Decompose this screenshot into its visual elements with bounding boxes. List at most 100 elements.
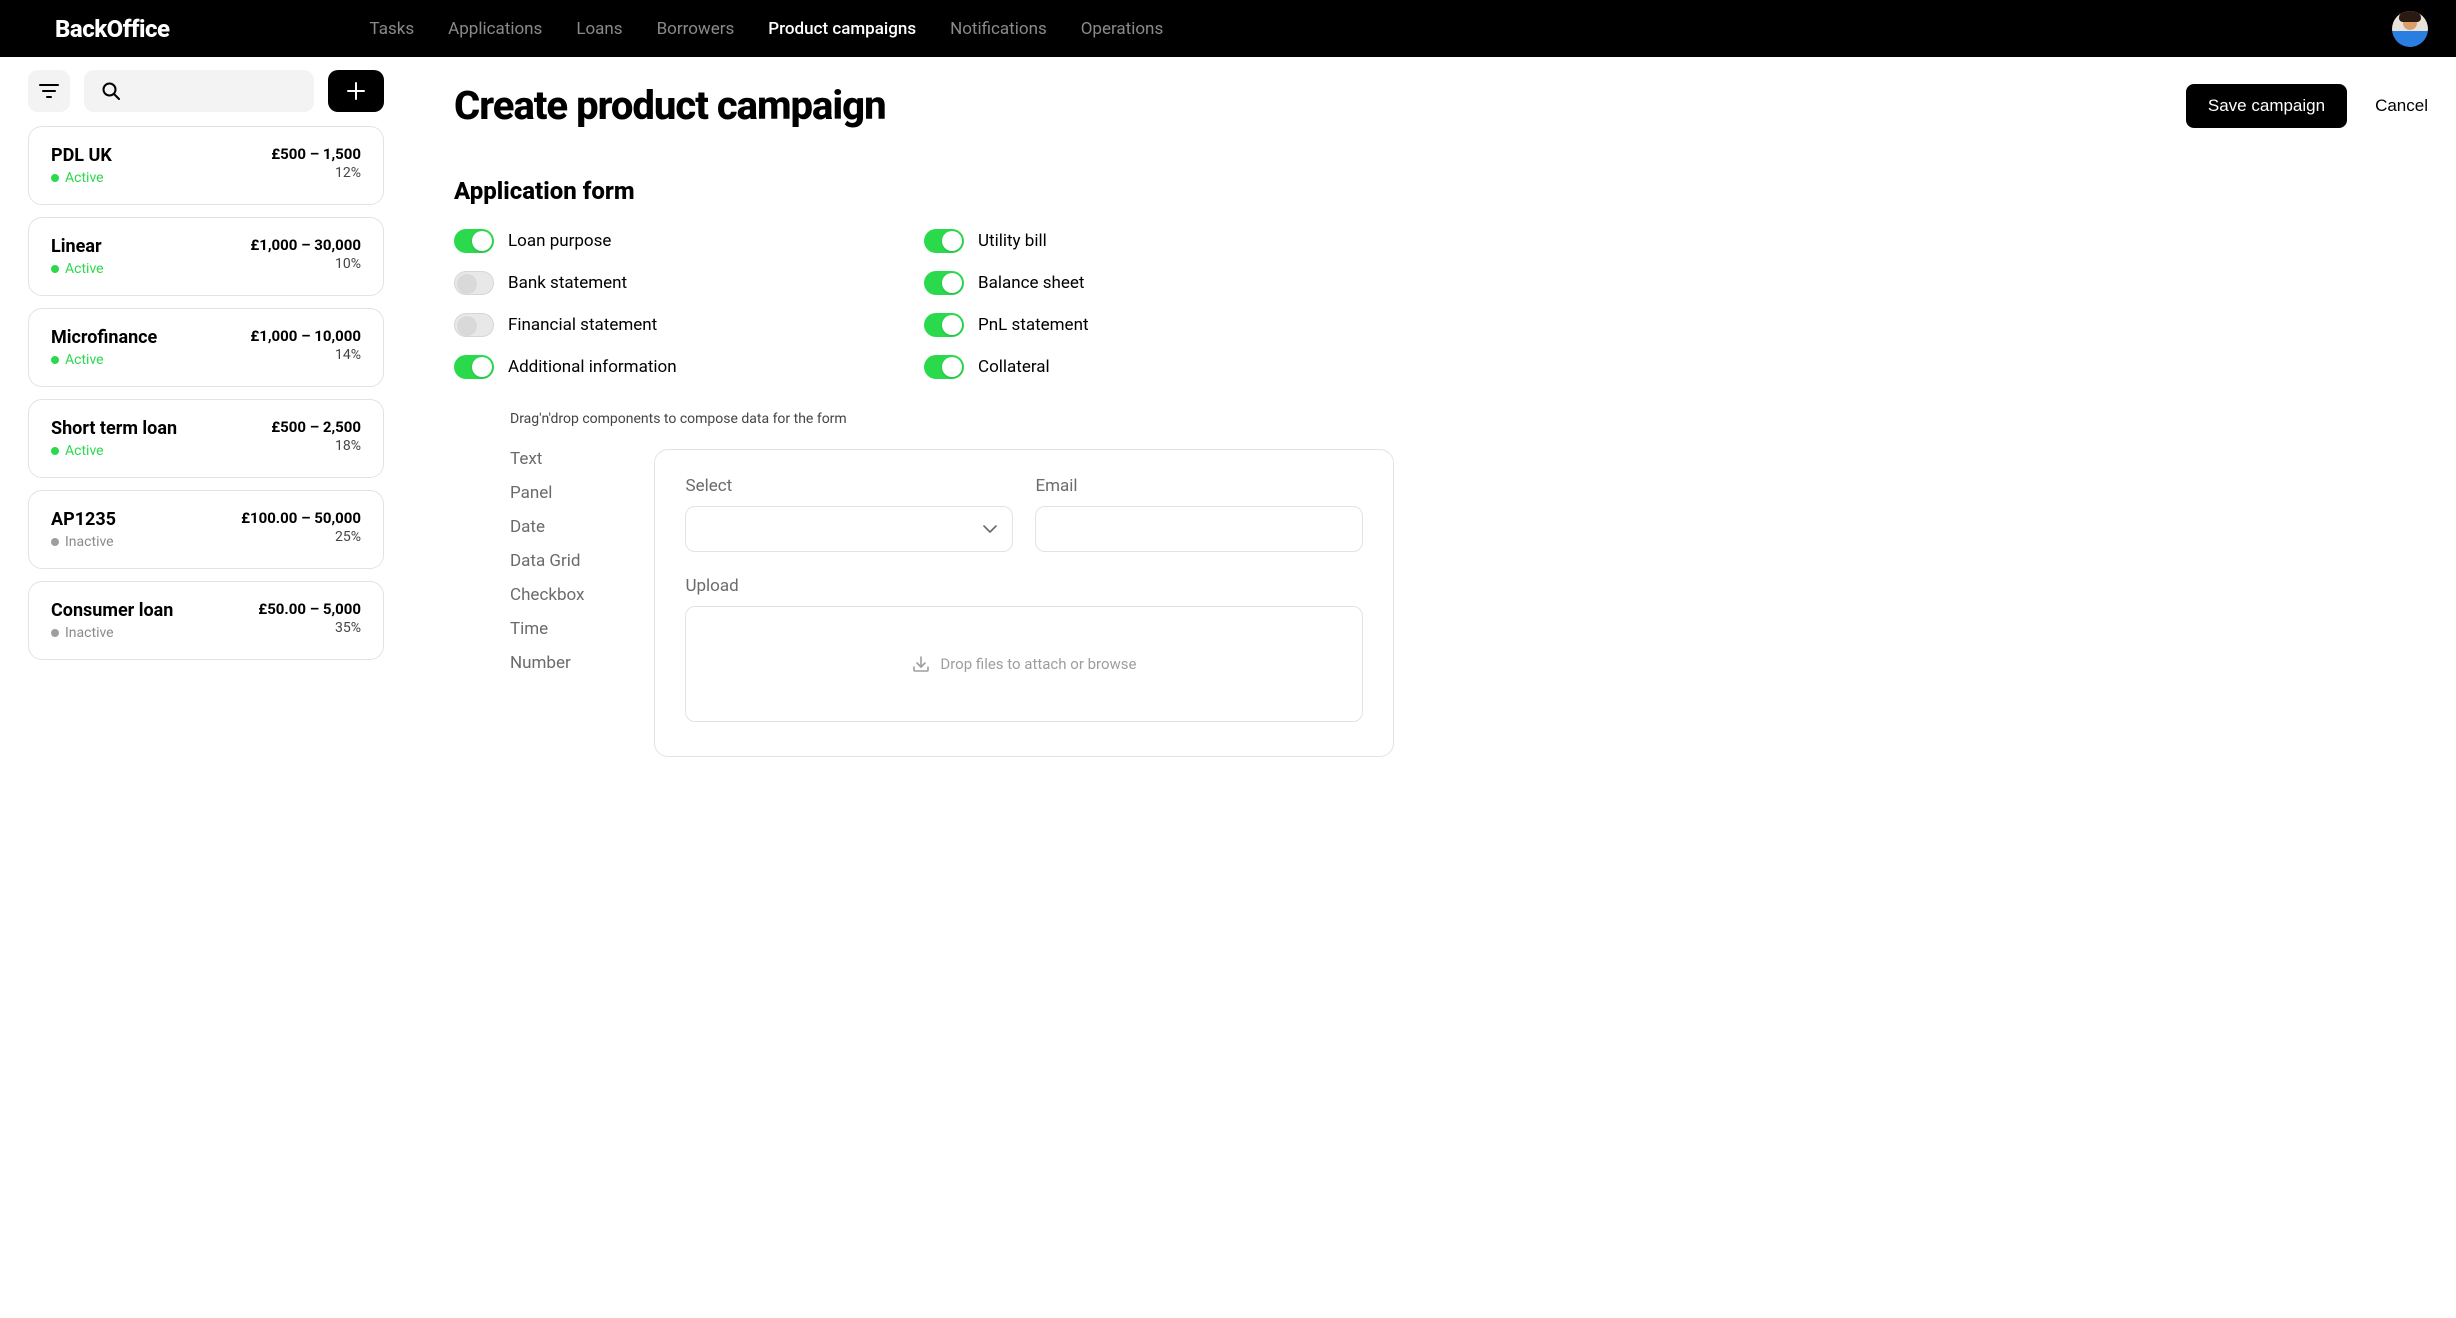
- toggle-financial-statement: Financial statement: [454, 313, 804, 337]
- toggle-pnl-statement: PnL statement: [924, 313, 1274, 337]
- add-campaign-button[interactable]: [328, 70, 384, 112]
- dropzone-text: Drop files to attach or browse: [940, 655, 1136, 673]
- campaign-card[interactable]: Linear Active £1,000 – 30,000 10%: [28, 217, 384, 296]
- toggle-label: Balance sheet: [978, 273, 1084, 293]
- avatar[interactable]: [2392, 11, 2428, 47]
- download-icon: [912, 655, 930, 673]
- toggle-switch[interactable]: [924, 313, 964, 337]
- toggle-switch[interactable]: [454, 355, 494, 379]
- toggle-bank-statement: Bank statement: [454, 271, 804, 295]
- toggle-switch[interactable]: [924, 355, 964, 379]
- status-dot-icon: [51, 447, 59, 455]
- section-title: Application form: [454, 177, 2428, 205]
- nav-notifications[interactable]: Notifications: [950, 19, 1047, 39]
- toggle-utility-bill: Utility bill: [924, 229, 1274, 253]
- toggle-additional-info: Additional information: [454, 355, 804, 379]
- campaign-card[interactable]: AP1235 Inactive £100.00 – 50,000 25%: [28, 490, 384, 569]
- status-dot-icon: [51, 356, 59, 364]
- campaign-card[interactable]: PDL UK Active £500 – 1,500 12%: [28, 126, 384, 205]
- campaign-title: PDL UK: [51, 145, 112, 166]
- nav-applications[interactable]: Applications: [448, 19, 542, 39]
- toggle-switch[interactable]: [454, 229, 494, 253]
- toggle-switch[interactable]: [924, 229, 964, 253]
- toggle-collateral: Collateral: [924, 355, 1274, 379]
- header-actions: Save campaign Cancel: [2186, 84, 2428, 128]
- palette-checkbox[interactable]: Checkbox: [510, 585, 584, 605]
- nav-product-campaigns[interactable]: Product campaigns: [768, 19, 916, 39]
- field-email: Email: [1035, 476, 1363, 552]
- campaign-title: Short term loan: [51, 418, 177, 439]
- status-dot-icon: [51, 538, 59, 546]
- top-nav: Tasks Applications Loans Borrowers Produ…: [370, 19, 1164, 39]
- campaign-status: Active: [51, 443, 177, 459]
- nav-borrowers[interactable]: Borrowers: [657, 19, 735, 39]
- search-icon: [102, 82, 120, 100]
- filter-icon: [39, 84, 59, 98]
- campaign-title: Microfinance: [51, 327, 157, 348]
- cancel-button[interactable]: Cancel: [2375, 96, 2428, 116]
- toggle-switch[interactable]: [454, 271, 494, 295]
- select-input[interactable]: [685, 506, 1013, 552]
- campaign-card[interactable]: Short term loan Active £500 – 2,500 18%: [28, 399, 384, 478]
- main: Create product campaign Save campaign Ca…: [454, 70, 2428, 757]
- campaign-status: Active: [51, 170, 112, 186]
- main-header: Create product campaign Save campaign Ca…: [454, 82, 2428, 129]
- toggle-balance-sheet: Balance sheet: [924, 271, 1274, 295]
- toggle-switch[interactable]: [454, 313, 494, 337]
- topbar: BackOffice Tasks Applications Loans Borr…: [0, 0, 2456, 57]
- plus-icon: [347, 82, 365, 100]
- field-label: Upload: [685, 576, 1363, 596]
- palette-panel[interactable]: Panel: [510, 483, 584, 503]
- palette-date[interactable]: Date: [510, 517, 584, 537]
- nav-tasks[interactable]: Tasks: [370, 19, 415, 39]
- campaign-title: Linear: [51, 236, 104, 257]
- status-dot-icon: [51, 629, 59, 637]
- form-canvas: Select Email Upload D: [654, 449, 1394, 757]
- campaign-status: Active: [51, 261, 104, 277]
- campaign-title: AP1235: [51, 509, 116, 530]
- sidebar-tools: [28, 70, 384, 112]
- page-title: Create product campaign: [454, 82, 886, 129]
- upload-dropzone[interactable]: Drop files to attach or browse: [685, 606, 1363, 722]
- campaign-status: Inactive: [51, 534, 116, 550]
- campaign-card[interactable]: Consumer loan Inactive £50.00 – 5,000 35…: [28, 581, 384, 660]
- campaign-range: £100.00 – 50,000: [241, 509, 361, 527]
- field-label: Email: [1035, 476, 1363, 496]
- toggle-loan-purpose: Loan purpose: [454, 229, 804, 253]
- logo: BackOffice: [55, 15, 170, 43]
- status-dot-icon: [51, 174, 59, 182]
- campaign-list: PDL UK Active £500 – 1,500 12% Linear Ac…: [28, 126, 384, 660]
- campaign-range: £1,000 – 30,000: [250, 236, 361, 254]
- toggle-label: Additional information: [508, 357, 677, 377]
- campaign-status: Inactive: [51, 625, 173, 641]
- nav-loans[interactable]: Loans: [576, 19, 622, 39]
- campaign-range: £1,000 – 10,000: [250, 327, 361, 345]
- component-palette: Text Panel Date Data Grid Checkbox Time …: [510, 449, 584, 673]
- campaign-pct: 10%: [250, 256, 361, 272]
- sidebar: PDL UK Active £500 – 1,500 12% Linear Ac…: [28, 70, 384, 757]
- campaign-pct: 18%: [271, 438, 361, 454]
- nav-operations[interactable]: Operations: [1081, 19, 1164, 39]
- palette-time[interactable]: Time: [510, 619, 584, 639]
- palette-number[interactable]: Number: [510, 653, 584, 673]
- palette-data-grid[interactable]: Data Grid: [510, 551, 584, 571]
- filter-button[interactable]: [28, 70, 70, 112]
- toggle-label: Utility bill: [978, 231, 1047, 251]
- form-builder: Text Panel Date Data Grid Checkbox Time …: [454, 449, 2428, 757]
- toggle-label: Collateral: [978, 357, 1050, 377]
- campaign-pct: 14%: [250, 347, 361, 363]
- builder-hint: Drag'n'drop components to compose data f…: [454, 411, 2428, 427]
- campaign-range: £50.00 – 5,000: [258, 600, 361, 618]
- save-campaign-button[interactable]: Save campaign: [2186, 84, 2347, 128]
- campaign-card[interactable]: Microfinance Active £1,000 – 10,000 14%: [28, 308, 384, 387]
- toggle-switch[interactable]: [924, 271, 964, 295]
- field-label: Select: [685, 476, 1013, 496]
- search-button[interactable]: [84, 70, 314, 112]
- palette-text[interactable]: Text: [510, 449, 584, 469]
- campaign-range: £500 – 2,500: [271, 418, 361, 436]
- campaign-range: £500 – 1,500: [271, 145, 361, 163]
- toggle-label: Bank statement: [508, 273, 627, 293]
- email-input[interactable]: [1035, 506, 1363, 552]
- form-toggles: Loan purpose Utility bill Bank statement…: [454, 229, 1274, 379]
- campaign-pct: 25%: [241, 529, 361, 545]
